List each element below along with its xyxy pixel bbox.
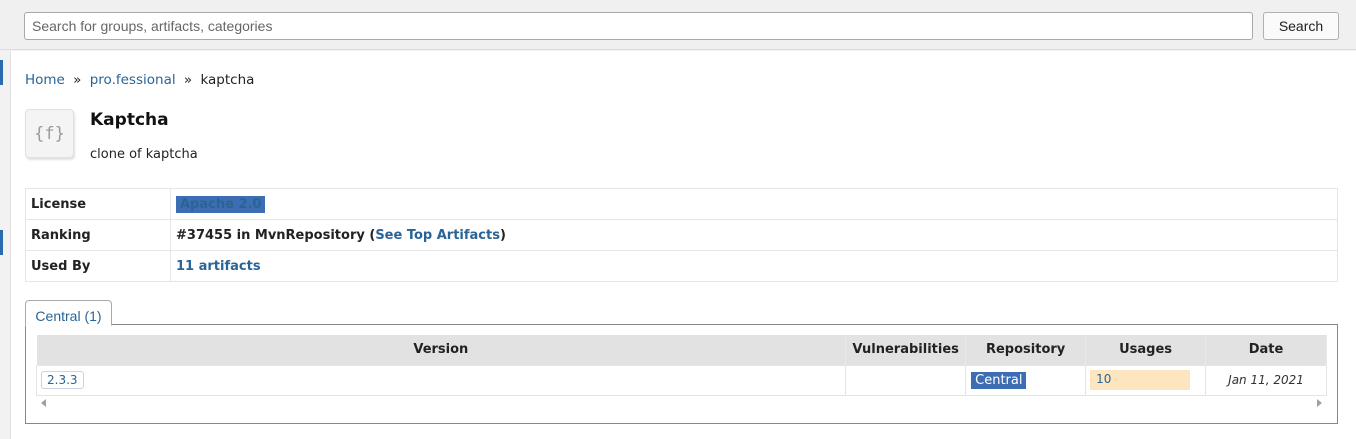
column-header-version: Version [36,335,847,365]
triangle-left-icon[interactable] [41,399,46,407]
used-by-link[interactable]: 11 artifacts [176,259,261,274]
triangle-right-icon[interactable] [1317,399,1322,407]
info-label: Used By [25,250,171,282]
info-row-used-by: Used By 11 artifacts [25,250,1338,282]
search-input[interactable] [24,12,1253,40]
side-marker [0,60,3,85]
page-title: Kaptcha [90,110,169,130]
info-row-ranking: Ranking #37455 in MvnRepository (See Top… [25,219,1338,251]
column-header-date: Date [1205,335,1327,365]
usages-link[interactable]: 10 [1090,370,1191,390]
version-link[interactable]: 2.3.3 [41,371,84,389]
column-header-repository: Repository [965,335,1087,365]
info-row-license: License Apache 2.0 [25,188,1338,220]
breadcrumb-separator: » [183,72,193,88]
versions-header-row: Version Vulnerabilities Repository Usage… [36,335,1327,365]
versions-table: Version Vulnerabilities Repository Usage… [35,335,1327,396]
column-header-vulnerabilities: Vulnerabilities [845,335,967,365]
date-cell: Jan 11, 2021 [1205,364,1327,396]
breadcrumb-current: kaptcha [200,72,255,88]
info-value: Apache 2.0 [170,188,1338,220]
repository-badge[interactable]: Central [971,371,1027,389]
info-label: Ranking [25,219,171,251]
info-value: #37455 in MvnRepository (See Top Artifac… [170,219,1338,251]
table-row: 2.3.3 Central 10 Jan 11, 2021 [35,364,1327,396]
breadcrumb-separator: » [73,72,82,88]
top-search-bar: Search [0,0,1356,50]
version-cell: 2.3.3 [35,364,847,396]
artifact-logo-text: {f} [34,123,65,144]
column-header-usages: Usages [1085,335,1207,365]
artifact-placeholder-icon: {f} [25,109,74,158]
tab-central[interactable]: Central (1) [25,300,112,326]
breadcrumb: Home » pro.fessional » kaptcha [25,72,254,88]
breadcrumb-group-link[interactable]: pro.fessional [90,72,176,88]
vulnerabilities-cell [845,364,967,396]
artifact-info-table: License Apache 2.0 Ranking #37455 in Mvn… [25,188,1338,282]
ranking-close: ) [499,227,506,243]
usages-cell: 10 [1085,364,1207,396]
info-label: License [25,188,171,220]
license-badge[interactable]: Apache 2.0 [176,195,266,213]
repository-cell: Central [965,364,1087,396]
ranking-text: #37455 in MvnRepository ( [176,227,376,243]
side-marker [0,230,3,255]
artifact-description: clone of kaptcha [90,147,198,162]
breadcrumb-home-link[interactable]: Home [25,72,65,88]
search-button[interactable]: Search [1263,12,1339,40]
horizontal-scrollbar[interactable] [36,396,1327,412]
info-value: 11 artifacts [170,250,1338,282]
top-artifacts-link[interactable]: See Top Artifacts [375,228,500,243]
